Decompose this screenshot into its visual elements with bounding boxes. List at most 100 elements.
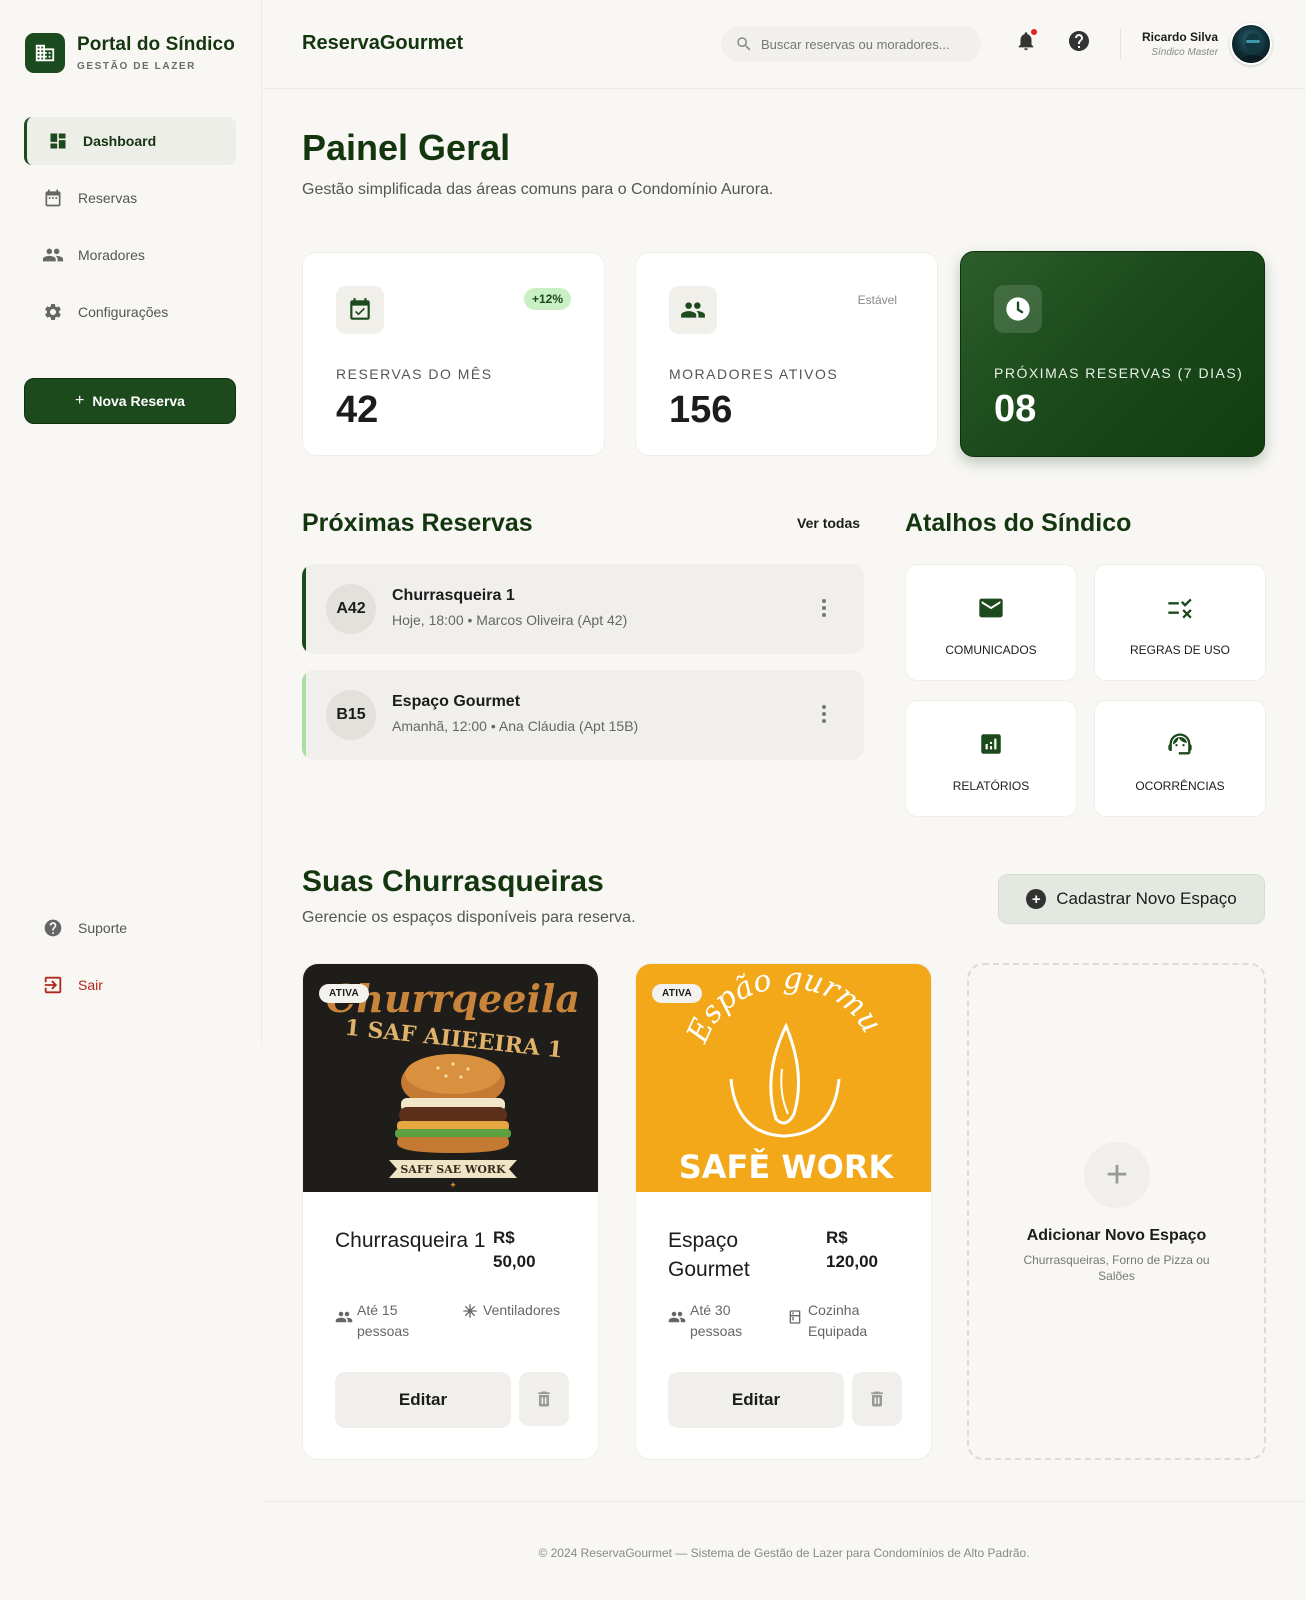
more-options-icon[interactable] (820, 596, 828, 620)
sidebar-item-suporte[interactable]: Suporte (24, 904, 236, 952)
plus-icon[interactable]: + (1084, 1142, 1150, 1208)
shortcut-label: COMUNICADOS (945, 643, 1037, 657)
space-capacity: Até 30 pessoas (668, 1300, 778, 1342)
building-icon (25, 33, 65, 73)
page-subtitle: Gestão simplificada das áreas comuns par… (302, 181, 774, 198)
sidebar-item-label: Moradores (78, 247, 145, 263)
shortcut-regras-de-uso[interactable]: REGRAS DE USO (1094, 564, 1266, 681)
sidebar-item-label: Reservas (78, 190, 138, 206)
stat-card-proximas-reservas: PRÓXIMAS RESERVAS (7 DIAS) 08 (960, 251, 1265, 457)
help-icon (42, 917, 64, 939)
new-reservation-label: Nova Reserva (92, 393, 185, 409)
space-card: Churrqeeila 1 SAF AIIEEIRA 1 SAFF SAE WO… (302, 963, 599, 1460)
top-bar: ReservaGourmet Buscar reservas ou morado… (262, 0, 1306, 89)
add-space-subtitle: Churrasqueiras, Forno de Pizza ou Salões (1023, 1253, 1210, 1283)
sidebar-item-configuracoes[interactable]: Configurações (24, 288, 236, 336)
logout-icon (42, 974, 64, 996)
more-options-icon[interactable] (820, 702, 828, 726)
status-badge: ATIVA (652, 984, 703, 1003)
stat-value: 42 (336, 389, 379, 431)
divider (1120, 28, 1121, 60)
clock-icon (994, 285, 1042, 333)
search-input[interactable]: Buscar reservas ou moradores... (721, 26, 981, 62)
help-icon (1067, 29, 1091, 53)
footer-divider (262, 1501, 1306, 1502)
notifications-button[interactable] (1014, 29, 1038, 53)
svg-text:✦: ✦ (449, 1180, 457, 1190)
capacity-text: Até 15 pessoas (357, 1302, 410, 1339)
reservation-details: Amanhã, 12:00 • Ana Cláudia (Apt 15B) (392, 718, 639, 734)
price-currency: R$ (826, 1228, 848, 1247)
brand: Portal do Síndico GESTÃO DE LAZER (25, 33, 235, 73)
avatar[interactable] (1230, 23, 1273, 65)
price-value: 50,00 (493, 1252, 536, 1271)
price-currency: R$ (493, 1228, 515, 1247)
shortcut-relatorios[interactable]: RELATÓRIOS (905, 700, 1077, 817)
sidebar-item-reservas[interactable]: Reservas (24, 174, 236, 222)
see-all-link[interactable]: Ver todas (797, 515, 860, 531)
fan-icon (461, 1302, 479, 1320)
spaces-title: Suas Churrasqueiras (302, 865, 604, 898)
register-space-button[interactable]: + Cadastrar Novo Espaço (998, 874, 1265, 924)
shortcut-label: REGRAS DE USO (1129, 643, 1231, 657)
image-banner-text: SAFF SAE WORK (400, 1163, 506, 1176)
sidebar-item-moradores[interactable]: Moradores (24, 231, 236, 279)
reservation-who: Marcos Oliveira (Apt 42) (476, 612, 628, 628)
user-menu[interactable]: Ricardo Silva Síndico Master (1142, 23, 1273, 65)
reservation-item[interactable]: A42 Churrasqueira 1 Hoje, 18:00 • Marcos… (302, 564, 864, 654)
status-badge: Estável (857, 293, 897, 307)
search-icon (735, 35, 753, 53)
add-space-card[interactable]: + Adicionar Novo Espaço Churrasqueiras, … (967, 963, 1266, 1460)
reservation-code: A42 (326, 584, 376, 634)
sidebar-bottom: Suporte Sair (24, 904, 236, 1018)
calendar-check-icon (336, 286, 384, 334)
brand-title: Portal do Síndico (77, 34, 235, 55)
delete-button[interactable] (519, 1372, 569, 1426)
dashboard-icon (47, 130, 69, 152)
kitchen-icon (786, 1308, 804, 1326)
shortcut-label: OCORRÊNCIAS (1135, 779, 1225, 793)
sidebar-nav: Dashboard Reservas Moradores Configuraçõ… (24, 117, 236, 345)
reservation-item[interactable]: B15 Espaço Gourmet Amanhã, 12:00 • Ana C… (302, 670, 864, 760)
status-badge: ATIVA (319, 984, 370, 1003)
stat-label: RESERVAS DO MÊS (336, 366, 493, 382)
reservation-code: B15 (326, 690, 376, 740)
shortcut-comunicados[interactable]: COMUNICADOS (905, 564, 1077, 681)
edit-button[interactable]: Editar (335, 1372, 511, 1428)
register-space-label: Cadastrar Novo Espaço (1056, 889, 1237, 908)
space-feature: Cozinha Equipada (786, 1300, 916, 1342)
delete-button[interactable] (852, 1372, 902, 1426)
people-icon (669, 286, 717, 334)
space-feature: Ventiladores (461, 1300, 586, 1321)
sidebar: Portal do Síndico GESTÃO DE LAZER Dashbo… (0, 0, 262, 1045)
brand-subtitle: GESTÃO DE LAZER (77, 61, 197, 72)
reservation-details: Hoje, 18:00 • Marcos Oliveira (Apt 42) (392, 612, 628, 628)
edit-button[interactable]: Editar (668, 1372, 844, 1428)
people-icon (42, 244, 64, 266)
feature-text: Ventiladores (483, 1302, 561, 1318)
space-card: Espão gurmu SAFĚ WORK ATIVA Espaço Gourm… (635, 963, 932, 1460)
sidebar-item-sair[interactable]: Sair (24, 961, 236, 1009)
stat-label: PRÓXIMAS RESERVAS (7 DIAS) (994, 365, 1244, 381)
sidebar-item-label: Dashboard (83, 133, 157, 149)
main-content: Painel Geral Gestão simplificada das áre… (262, 89, 1306, 1600)
mail-icon (906, 593, 1076, 623)
reservation-title: Espaço Gourmet (392, 693, 521, 710)
reservation-who: Ana Cláudia (Apt 15B) (498, 718, 639, 734)
trash-icon (867, 1389, 887, 1409)
stat-value: 08 (994, 388, 1037, 430)
new-reservation-button[interactable]: + Nova Reserva (24, 378, 236, 424)
sidebar-item-dashboard[interactable]: Dashboard (24, 117, 236, 165)
rules-icon (1095, 593, 1265, 623)
spaces-subtitle: Gerencie os espaços disponíveis para res… (302, 909, 636, 926)
stat-label: MORADORES ATIVOS (669, 366, 839, 382)
shortcut-ocorrencias[interactable]: OCORRÊNCIAS (1094, 700, 1266, 817)
trend-badge: +12% (523, 288, 571, 310)
support-agent-icon (1095, 729, 1265, 759)
page-title: Painel Geral (302, 127, 511, 168)
space-price: R$ 50,00 (493, 1226, 536, 1274)
space-name: Churrasqueira 1 (335, 1229, 486, 1252)
shortcuts-title: Atalhos do Síndico (905, 509, 1132, 537)
help-button[interactable] (1067, 29, 1091, 53)
shortcut-label: RELATÓRIOS (952, 779, 1030, 793)
